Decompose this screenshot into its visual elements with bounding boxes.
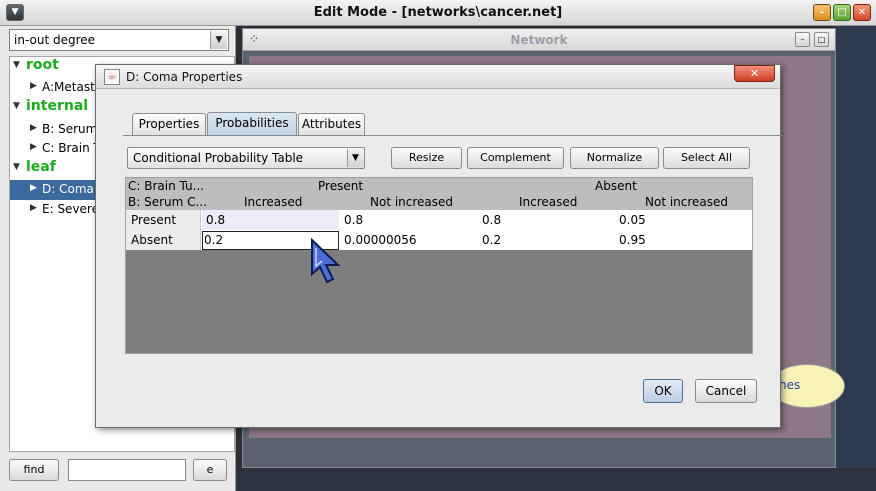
expand-icon[interactable]: ▶ xyxy=(30,123,37,133)
network-minimize-button[interactable]: – xyxy=(795,32,810,47)
normalize-button[interactable]: Normalize xyxy=(570,147,659,169)
collapse-icon[interactable]: ▼ xyxy=(13,60,20,70)
table-header-row-parent2: B: Serum C... Increased Not increased In… xyxy=(126,194,752,210)
expand-icon[interactable]: ▶ xyxy=(30,183,37,193)
expand-icon[interactable]: ▶ xyxy=(30,142,37,152)
parent1-label: C: Brain Tu... xyxy=(128,179,205,193)
probability-table: C: Brain Tu... Present Absent B: Serum C… xyxy=(125,177,753,354)
column-header[interactable]: Increased xyxy=(244,195,302,209)
ok-button[interactable]: OK xyxy=(643,379,683,403)
select-all-button[interactable]: Select All xyxy=(663,147,750,169)
tree-group-label: internal xyxy=(26,98,89,114)
tree-group-label: root xyxy=(26,57,59,73)
column-header[interactable]: Not increased xyxy=(370,195,453,209)
table-cell[interactable]: 0.8 xyxy=(344,213,363,227)
metric-selector-value: in-out degree xyxy=(14,33,96,47)
window-title: Edit Mode - [networks\cancer.net] xyxy=(313,5,563,20)
chevron-down-icon[interactable]: ▼ xyxy=(210,31,227,49)
parent2-label: B: Serum C... xyxy=(128,195,207,209)
cancel-button[interactable]: Cancel xyxy=(695,379,757,403)
mouse-cursor-icon xyxy=(311,238,341,284)
tab-probabilities[interactable]: Probabilities xyxy=(207,112,297,135)
complement-button[interactable]: Complement xyxy=(467,147,564,169)
table-cell[interactable]: 0.05 xyxy=(619,213,646,227)
dialog-close-button[interactable]: ✕ xyxy=(734,65,775,82)
table-cell[interactable]: 0.2 xyxy=(482,233,501,247)
resize-button[interactable]: Resize xyxy=(391,147,462,169)
window-titlebar: ▼ Edit Mode - [networks\cancer.net] – □ … xyxy=(0,0,876,26)
table-cell[interactable]: 0.95 xyxy=(619,233,646,247)
tab-properties[interactable]: Properties xyxy=(132,113,206,135)
row-header: Absent xyxy=(126,230,201,250)
desktop-background xyxy=(836,26,876,468)
table-cell[interactable]: 0.8 xyxy=(482,213,501,227)
find-input[interactable] xyxy=(68,459,186,481)
dialog-titlebar: ☕ D: Coma Properties ✕ xyxy=(96,65,780,89)
network-title: Network xyxy=(510,33,568,47)
network-titlebar: ⁘ Network – □ xyxy=(243,29,835,51)
desktop-background-bottom xyxy=(236,468,876,491)
network-node-label: hes xyxy=(779,378,801,392)
metric-selector[interactable]: in-out degree ▼ xyxy=(9,29,229,51)
java-icon: ☕ xyxy=(104,69,120,85)
tree-item-label: C: Brain T xyxy=(42,141,101,155)
collapse-icon[interactable]: ▼ xyxy=(13,101,20,111)
chevron-down-icon[interactable]: ▼ xyxy=(347,149,363,167)
e-button[interactable]: e xyxy=(193,459,227,481)
column-header[interactable]: Increased xyxy=(519,195,577,209)
tree-item-label: E: Severe xyxy=(42,202,99,216)
table-cell[interactable]: 0.8 xyxy=(206,213,225,227)
find-button[interactable]: find xyxy=(9,459,59,481)
network-maximize-button[interactable]: □ xyxy=(814,32,829,47)
row-state-label: Absent xyxy=(131,233,173,247)
row-header: Present xyxy=(126,210,201,230)
table-header-row-parent1: C: Brain Tu... Present Absent xyxy=(126,178,752,194)
table-cell[interactable]: 0.00000056 xyxy=(344,233,417,247)
expand-icon[interactable]: ▶ xyxy=(30,203,37,213)
tree-item-label: A:Metasta xyxy=(42,80,103,94)
tree-item-label: B: Serum xyxy=(42,122,98,136)
tab-divider xyxy=(123,135,782,136)
tab-attributes[interactable]: Attributes xyxy=(298,113,365,135)
column-header[interactable]: Absent xyxy=(595,179,637,193)
maximize-button[interactable]: □ xyxy=(833,4,851,21)
row-state-label: Present xyxy=(131,213,177,227)
dialog-title: D: Coma Properties xyxy=(126,70,243,84)
table-mode-value: Conditional Probability Table xyxy=(133,151,304,165)
properties-dialog: ☕ D: Coma Properties ✕ Properties Probab… xyxy=(95,64,782,428)
cell-editor-value[interactable]: 0.2 xyxy=(204,233,223,247)
expand-icon[interactable]: ▶ xyxy=(30,81,37,91)
close-button[interactable]: ✕ xyxy=(853,4,871,21)
tree-item-label: D: Coma xyxy=(42,182,94,196)
table-mode-select[interactable]: Conditional Probability Table ▼ xyxy=(127,147,365,169)
minimize-button[interactable]: – xyxy=(813,4,831,21)
table-row: Absent 0.2 0.00000056 0.2 0.95 xyxy=(126,230,752,250)
tree-group-label: leaf xyxy=(26,159,56,175)
collapse-icon[interactable]: ▼ xyxy=(13,162,20,172)
column-header[interactable]: Present xyxy=(318,179,363,193)
column-header[interactable]: Not increased xyxy=(645,195,728,209)
table-row: Present 0.8 0.8 0.8 0.05 xyxy=(126,210,752,230)
